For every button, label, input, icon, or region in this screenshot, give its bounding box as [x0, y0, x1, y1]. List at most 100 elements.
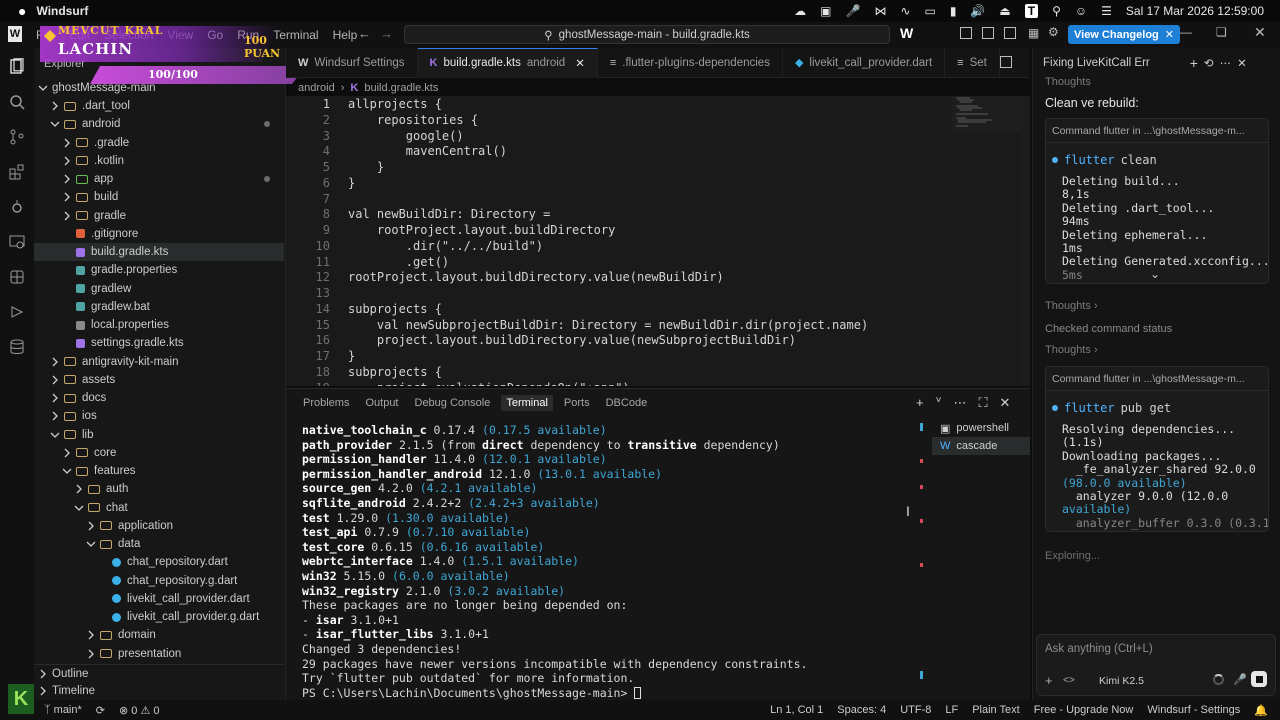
tree-folder[interactable]: lib	[34, 426, 284, 444]
wifi-icon[interactable]: ∿	[900, 4, 910, 18]
panel-tab-dbcode[interactable]: DBCode	[601, 395, 653, 411]
expand-chevron-icon[interactable]: ⌄	[1150, 267, 1160, 281]
tree-folder[interactable]: ios	[34, 407, 284, 425]
explorer-icon[interactable]	[8, 58, 26, 76]
tree-file[interactable]: gradlew.bat	[34, 298, 284, 316]
run-test-icon[interactable]	[8, 303, 26, 321]
upgrade-link[interactable]: Free - Upgrade Now	[1034, 704, 1134, 716]
tree-file[interactable]: livekit_call_provider.dart	[34, 590, 284, 608]
thoughts-toggle[interactable]: Thoughts	[1045, 76, 1091, 88]
language-mode[interactable]: Plain Text	[972, 704, 1020, 716]
tree-folder[interactable]: presentation	[34, 645, 284, 663]
tree-folder[interactable]: app	[34, 170, 284, 188]
tree-folder[interactable]: assets	[34, 371, 284, 389]
tree-folder[interactable]: core	[34, 444, 284, 462]
maximize-panel-icon[interactable]: ⛶	[978, 395, 987, 411]
stop-button[interactable]	[1251, 671, 1267, 687]
more-actions-icon[interactable]: ⋯	[953, 395, 966, 411]
cloud-icon[interactable]: ☁	[794, 4, 806, 18]
panel-tab-problems[interactable]: Problems	[298, 395, 354, 411]
tree-folder[interactable]: .kotlin	[34, 152, 284, 170]
close-tab-icon[interactable]: ✕	[575, 56, 585, 70]
encoding[interactable]: UTF-8	[900, 704, 931, 716]
windsurf-mark-icon[interactable]: W	[900, 25, 913, 41]
forward-arrow-icon[interactable]: →	[380, 26, 393, 41]
database-icon[interactable]	[8, 338, 26, 356]
tab-set[interactable]: ≡ Set	[945, 47, 1000, 78]
tab--flutter-plugins-dependencies[interactable]: ≡ .flutter-plugins-dependencies	[598, 47, 783, 78]
volume-icon[interactable]: 🔊	[970, 4, 985, 18]
back-arrow-icon[interactable]: ←	[358, 26, 371, 41]
tree-file[interactable]: .gitignore	[34, 225, 284, 243]
command-search-bar[interactable]: ⚲ ghostMessage-main - build.gradle.kts	[404, 25, 890, 44]
tree-file[interactable]: build.gradle.kts	[34, 243, 284, 261]
code-icon[interactable]: <>	[1063, 675, 1075, 686]
command-card-header[interactable]: Command flutter in ...\ghostMessage-m...	[1046, 119, 1268, 143]
tray-icon[interactable]: ▣	[820, 4, 831, 18]
cursor-position[interactable]: Ln 1, Col 1	[770, 704, 823, 716]
chevron-down-icon[interactable]: ˅	[936, 395, 942, 411]
problems-indicator[interactable]: ⊗ 0 ⚠ 0	[119, 704, 160, 717]
tree-folder[interactable]: gradle	[34, 207, 284, 225]
panel-tab-debug-console[interactable]: Debug Console	[410, 395, 496, 411]
close-window-button[interactable]: ✕	[1254, 24, 1266, 41]
model-selector[interactable]: Kimi K2.5	[1099, 675, 1144, 687]
terminal-scrollbar[interactable]	[920, 423, 926, 699]
outline-section[interactable]: Outline	[34, 664, 284, 682]
tab-livekit-call-provider-dart[interactable]: ◆ livekit_call_provider.dart	[783, 47, 946, 78]
layout-secondary-icon[interactable]	[1004, 27, 1016, 39]
panel-tab-ports[interactable]: Ports	[559, 395, 595, 411]
layout-panel-icon[interactable]	[982, 27, 994, 39]
branch-indicator[interactable]: ᛉ main*	[44, 704, 82, 716]
eject-icon[interactable]: ⏏	[999, 4, 1010, 18]
close-icon[interactable]: ✕	[1165, 28, 1174, 41]
remote-icon[interactable]	[8, 233, 26, 251]
control-center-icon[interactable]: ☰	[1101, 4, 1112, 18]
menu-item-help[interactable]: Help	[333, 28, 358, 42]
sync-icon[interactable]: ⟳	[96, 704, 105, 717]
tree-file[interactable]: gradle.properties	[34, 261, 284, 279]
tree-folder[interactable]: android	[34, 115, 284, 133]
customize-layout-icon[interactable]: ▦	[1028, 26, 1039, 40]
tree-file[interactable]: livekit_call_provider.g.dart	[34, 608, 284, 626]
bluetooth-icon[interactable]: ⋈	[874, 4, 886, 18]
tab-windsurf-settings[interactable]: W Windsurf Settings	[286, 47, 418, 78]
tree-folder[interactable]: domain	[34, 626, 284, 644]
indentation[interactable]: Spaces: 4	[837, 704, 886, 716]
tree-folder[interactable]: .gradle	[34, 134, 284, 152]
panel-tab-output[interactable]: Output	[360, 395, 403, 411]
terminal-item-powershell[interactable]: ▣ powershell	[932, 419, 1030, 437]
tree-file[interactable]: chat_repository.g.dart	[34, 572, 284, 590]
tree-folder[interactable]: auth	[34, 480, 284, 498]
minimap[interactable]	[952, 96, 1022, 136]
layout-sidebar-icon[interactable]	[960, 27, 972, 39]
tab-build-gradle-kts[interactable]: Kbuild.gradle.kts android ✕	[417, 47, 598, 78]
display-icon[interactable]: ▭	[924, 4, 935, 18]
add-terminal-icon[interactable]: +	[916, 395, 924, 411]
breadcrumb-folder[interactable]: android	[298, 82, 335, 94]
extensions-icon[interactable]	[8, 163, 26, 181]
close-panel-icon[interactable]: ✕	[1000, 395, 1011, 411]
timeline-section[interactable]: Timeline	[34, 682, 284, 700]
tree-folder[interactable]: build	[34, 188, 284, 206]
chat-title[interactable]: Fixing LiveKitCall Err	[1043, 57, 1150, 69]
debug-icon[interactable]	[8, 198, 26, 216]
breadcrumb-file[interactable]: build.gradle.kts	[364, 82, 438, 94]
panel-tab-terminal[interactable]: Terminal	[501, 395, 553, 411]
thoughts-toggle[interactable]: Thoughts ›	[1045, 300, 1098, 312]
chat-input[interactable]: Ask anything (Ctrl+L)	[1045, 643, 1153, 655]
menu-icon[interactable]: ●	[18, 3, 26, 19]
tree-folder[interactable]: chat	[34, 499, 284, 517]
close-chat-icon[interactable]: ✕	[1237, 56, 1247, 70]
search-icon[interactable]	[8, 93, 26, 111]
terminal-output[interactable]: native_toolchain_c 0.17.4 (0.17.5 availa…	[302, 423, 922, 703]
tree-folder[interactable]: data	[34, 535, 284, 553]
more-actions-icon[interactable]: ⋯	[1220, 56, 1232, 70]
terminal-item-cascade[interactable]: Wcascade	[932, 437, 1030, 455]
microphone-icon[interactable]: 🎤	[1233, 673, 1247, 686]
history-icon[interactable]: ⟲	[1204, 56, 1214, 70]
add-context-icon[interactable]: +	[1045, 673, 1053, 688]
split-editor-icon[interactable]	[1000, 56, 1012, 68]
tree-file[interactable]: chat_repository.dart	[34, 553, 284, 571]
maximize-button[interactable]: ❏	[1216, 25, 1227, 39]
